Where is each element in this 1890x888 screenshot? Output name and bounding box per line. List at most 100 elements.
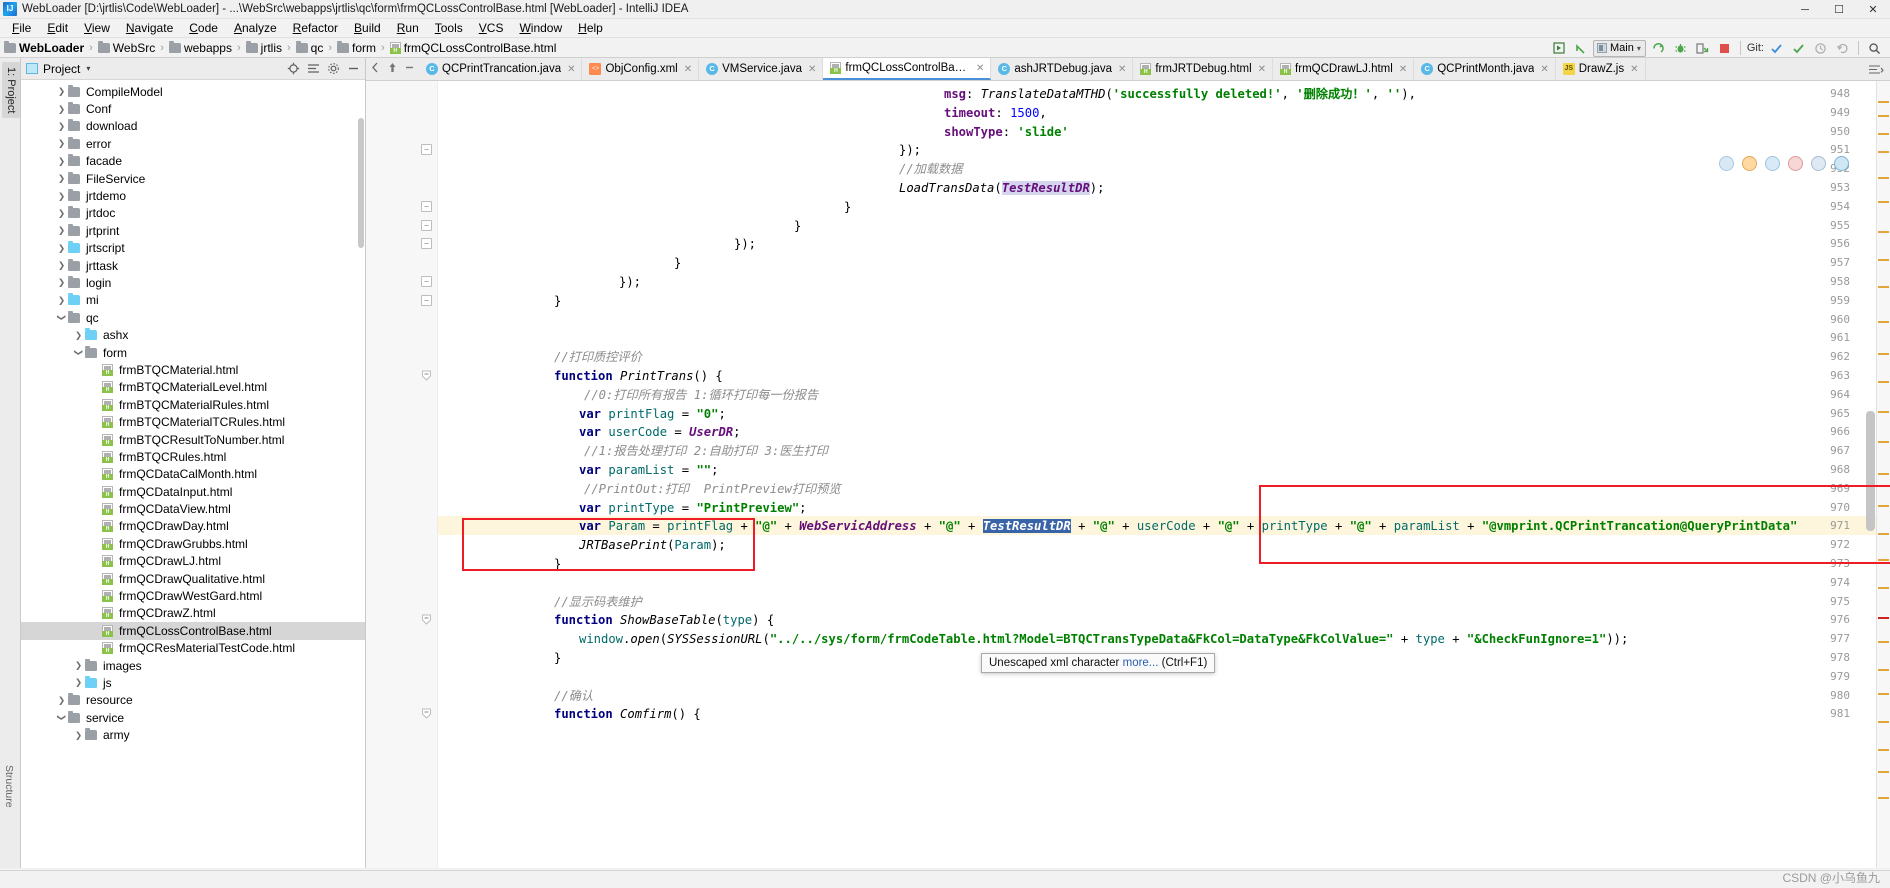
menu-item-run[interactable]: Run <box>389 19 427 38</box>
maximize-icon[interactable]: ☐ <box>1822 0 1856 19</box>
menu-item-window[interactable]: Window <box>511 19 570 38</box>
breadcrumb-item-form[interactable]: form <box>337 40 376 55</box>
chevron-right-icon[interactable]: ❯ <box>72 330 85 341</box>
fold-collapse-icon[interactable]: − <box>421 294 432 306</box>
tree-item-frmqcdatainput-html[interactable]: frmQCDataInput.html <box>21 483 365 500</box>
tree-item-frmqcdrawlj-html[interactable]: frmQCDrawLJ.html <box>21 553 365 570</box>
edge-browser-icon[interactable] <box>1834 156 1849 171</box>
analysis-marker[interactable] <box>1878 749 1889 751</box>
menu-item-vcs[interactable]: VCS <box>471 19 512 38</box>
hide-tabs-icon[interactable] <box>404 62 415 76</box>
code-line[interactable]: window.open(SYSSessionURL("../../sys/for… <box>579 630 1628 649</box>
editor-tab-objconfig-xml[interactable]: <> ObjConfig.xml ✕ <box>582 58 700 80</box>
chevron-down-icon[interactable]: ❯ <box>73 346 84 359</box>
chevron-right-icon[interactable]: ❯ <box>55 173 68 184</box>
chevron-right-icon[interactable]: ❯ <box>55 225 68 236</box>
chevron-right-icon[interactable]: ❯ <box>55 208 68 219</box>
close-tab-icon[interactable]: ✕ <box>684 64 692 75</box>
menu-item-refactor[interactable]: Refactor <box>285 19 346 38</box>
code-line[interactable]: }); <box>899 141 921 160</box>
analysis-marker[interactable] <box>1878 151 1889 153</box>
tool-window-tab-project[interactable]: 1: Project <box>2 62 20 119</box>
tree-item-ashx[interactable]: ❯ ashx <box>21 326 365 343</box>
code-line[interactable]: //PrintOut:打印 PrintPreview打印预览 <box>584 480 841 499</box>
safari-browser-icon[interactable] <box>1765 156 1780 171</box>
analysis-marker[interactable] <box>1878 353 1889 355</box>
close-tab-icon[interactable]: ✕ <box>1399 64 1407 75</box>
history-icon[interactable] <box>1811 39 1830 57</box>
tree-item-service[interactable]: ❯ service <box>21 709 365 726</box>
tree-item-jrtscript[interactable]: ❯ jrtscript <box>21 240 365 257</box>
chevron-right-icon[interactable]: ❯ <box>55 295 68 306</box>
tree-item-jrttask[interactable]: ❯ jrttask <box>21 257 365 274</box>
collapse-all-icon[interactable] <box>307 62 320 75</box>
chevron-right-icon[interactable]: ❯ <box>55 104 68 115</box>
tree-item-jrtdemo[interactable]: ❯ jrtdemo <box>21 187 365 204</box>
search-icon[interactable] <box>1865 39 1884 57</box>
chevron-right-icon[interactable]: ❯ <box>72 677 85 688</box>
menu-item-file[interactable]: File <box>4 19 39 38</box>
hide-panel-icon[interactable] <box>347 62 360 75</box>
code-line[interactable]: function PrintTrans() { <box>554 367 723 386</box>
fold-collapse-icon[interactable]: − <box>421 200 432 212</box>
menu-item-build[interactable]: Build <box>346 19 389 38</box>
tree-item-frmqcdrawwestgard-html[interactable]: frmQCDrawWestGard.html <box>21 587 365 604</box>
breadcrumb-item-jrtlis[interactable]: jrtlis <box>245 40 282 55</box>
code-line[interactable]: } <box>554 555 561 574</box>
tree-item-frmqcdrawqualitative-html[interactable]: frmQCDrawQualitative.html <box>21 570 365 587</box>
update-check-icon[interactable] <box>1789 39 1808 57</box>
close-tab-icon[interactable]: ✕ <box>567 64 575 75</box>
tree-item-images[interactable]: ❯ images <box>21 657 365 674</box>
fold-collapse-icon[interactable]: − <box>421 144 432 156</box>
menu-item-edit[interactable]: Edit <box>39 19 76 38</box>
coverage-icon[interactable] <box>1693 39 1712 57</box>
editor-tab-qcprinttrancation-java[interactable]: C QCPrintTrancation.java ✕ <box>419 58 583 80</box>
chevron-right-icon[interactable]: ❯ <box>55 260 68 271</box>
back-nav-icon[interactable] <box>370 62 381 76</box>
tree-item-frmqcdrawz-html[interactable]: frmQCDrawZ.html <box>21 605 365 622</box>
tree-item-jrtprint[interactable]: ❯ jrtprint <box>21 222 365 239</box>
code-line[interactable]: } <box>794 217 801 236</box>
chevron-right-icon[interactable]: ❯ <box>55 156 68 167</box>
code-line[interactable]: function Comfirm() { <box>554 705 701 724</box>
tree-item-frmbtqcmaterial-html[interactable]: frmBTQCMaterial.html <box>21 361 365 378</box>
code-line[interactable]: } <box>674 254 681 273</box>
tree-item-form[interactable]: ❯ form <box>21 344 365 361</box>
tree-item-frmbtqcmaterialrules-html[interactable]: frmBTQCMaterialRules.html <box>21 396 365 413</box>
tree-item-frmqclosscontrolbase-html[interactable]: frmQCLossControlBase.html <box>21 622 365 640</box>
analysis-marker[interactable] <box>1878 177 1889 179</box>
code-line[interactable]: //加载数据 <box>899 160 962 179</box>
code-line[interactable]: //0:打印所有报告 1:循环打印每一份报告 <box>584 386 818 405</box>
editor-gutter[interactable] <box>366 81 438 868</box>
tree-item-js[interactable]: ❯ js <box>21 674 365 691</box>
analysis-marker[interactable] <box>1878 286 1889 288</box>
breadcrumb-item-qc[interactable]: qc <box>295 40 323 55</box>
analysis-marker[interactable] <box>1878 473 1889 475</box>
tree-item-frmbtqcmateriallevel-html[interactable]: frmBTQCMaterialLevel.html <box>21 379 365 396</box>
tooltip-more-link[interactable]: more... <box>1123 657 1159 669</box>
menu-item-tools[interactable]: Tools <box>427 19 471 38</box>
chevron-right-icon[interactable]: ❯ <box>55 86 68 97</box>
tree-item-download[interactable]: ❯ download <box>21 118 365 135</box>
close-icon[interactable]: ✕ <box>1856 0 1890 19</box>
code-line[interactable]: } <box>844 198 851 217</box>
analysis-marker[interactable] <box>1878 559 1889 561</box>
minimize-icon[interactable]: ─ <box>1788 0 1822 19</box>
code-line[interactable]: } <box>554 649 561 668</box>
analysis-marker[interactable] <box>1878 771 1889 773</box>
analysis-marker[interactable] <box>1878 321 1889 323</box>
tree-item-frmqcresmaterialtestcode-html[interactable]: frmQCResMaterialTestCode.html <box>21 640 365 657</box>
tree-item-login[interactable]: ❯ login <box>21 274 365 291</box>
tree-item-fileservice[interactable]: ❯ FileService <box>21 170 365 187</box>
tree-item-facade[interactable]: ❯ facade <box>21 153 365 170</box>
fold-collapse-icon[interactable]: − <box>421 238 432 250</box>
commit-check-icon[interactable] <box>1767 39 1786 57</box>
editor-tab-frmqclosscontrolbase-html[interactable]: frmQCLossControlBase.html ✕ <box>823 58 992 80</box>
analysis-marker[interactable] <box>1878 441 1889 443</box>
tree-item-conf[interactable]: ❯ Conf <box>21 100 365 117</box>
menu-item-code[interactable]: Code <box>181 19 226 38</box>
tree-item-army[interactable]: ❯ army <box>21 726 365 743</box>
build-icon[interactable] <box>1549 39 1568 57</box>
menu-item-analyze[interactable]: Analyze <box>226 19 285 38</box>
menu-item-help[interactable]: Help <box>570 19 611 38</box>
